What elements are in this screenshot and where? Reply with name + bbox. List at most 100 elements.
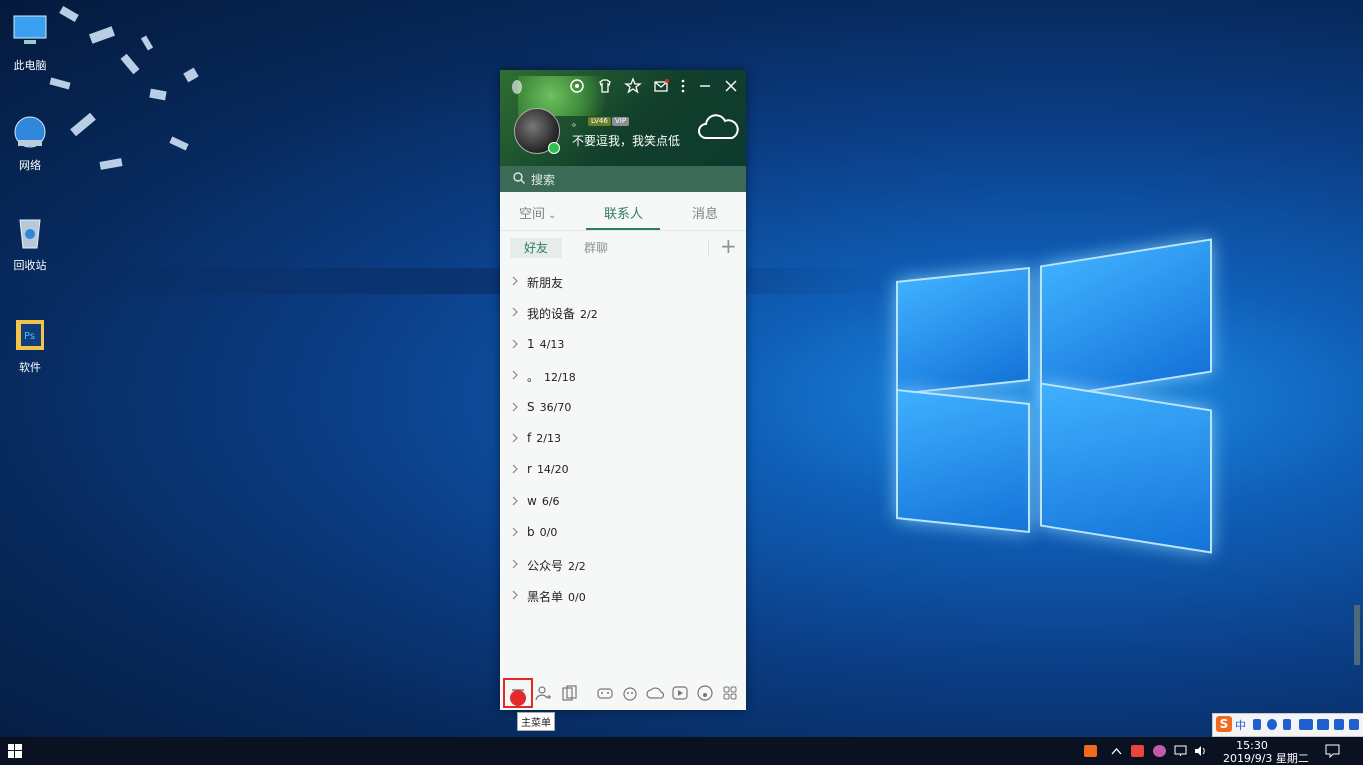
subtab-groups[interactable]: 群聊 — [570, 238, 622, 258]
svg-text:Ps: Ps — [24, 331, 35, 342]
contact-group-row[interactable]: 黑名单 0/0 — [500, 580, 746, 611]
taskbar: 15:30 2019/9/3 星期二 — [0, 737, 1363, 765]
tab-zone[interactable]: 空间 ⌄ — [519, 203, 556, 222]
group-label: S 36/70 — [527, 400, 571, 414]
more-options-icon[interactable] — [674, 77, 692, 95]
skin-shirt-icon[interactable] — [596, 77, 614, 95]
level-badge[interactable]: LV46 — [588, 117, 611, 126]
network-icon — [14, 116, 46, 148]
toolbox-icon[interactable] — [1334, 719, 1344, 730]
app-grid-icon[interactable] — [721, 684, 739, 702]
sub-tabs: 好友 群聊 + — [500, 230, 746, 264]
group-count: 14/20 — [536, 463, 569, 477]
logo-pane — [1040, 238, 1212, 400]
group-label: 。 12/18 — [527, 368, 576, 385]
contact-group-row[interactable]: w 6/6 — [500, 486, 746, 517]
group-count: 36/70 — [539, 400, 572, 414]
desktop-icon-this-pc[interactable]: 此电脑 — [0, 12, 60, 73]
desktop-icon-software-folder[interactable]: Ps 软件 — [0, 314, 60, 375]
contact-group-row[interactable]: S 36/70 — [500, 392, 746, 423]
star-icon[interactable] — [624, 77, 642, 95]
divider — [708, 240, 709, 256]
contact-group-row[interactable]: f 2/13 — [500, 423, 746, 454]
vip-badge[interactable]: VIP — [612, 117, 630, 126]
mail-icon[interactable] — [652, 77, 670, 95]
close-icon[interactable] — [722, 77, 740, 95]
signature-text[interactable]: 不要逗我，我笑点低 — [572, 132, 680, 149]
chevron-up-icon[interactable] — [1110, 745, 1123, 757]
tab-messages[interactable]: 消息 — [692, 203, 718, 222]
computer-icon — [13, 15, 47, 44]
windows-start-icon[interactable] — [8, 744, 22, 758]
add-icon[interactable]: + — [720, 236, 737, 256]
search-placeholder: 搜索 — [531, 173, 556, 187]
contact-group-row[interactable]: 。 12/18 — [500, 360, 746, 391]
add-friend-icon[interactable] — [534, 684, 552, 702]
ime-toolbar[interactable]: S 中 — [1212, 713, 1363, 737]
chevron-right-icon — [512, 496, 518, 506]
contact-group-row[interactable]: 新朋友 — [500, 266, 746, 297]
contact-group-row[interactable]: 我的设备 2/2 — [500, 297, 746, 328]
sogou-logo-icon[interactable]: S — [1216, 716, 1232, 732]
chevron-right-icon — [512, 527, 518, 537]
nickname-dot: 。 — [572, 118, 582, 129]
subtab-friends[interactable]: 好友 — [510, 238, 563, 258]
desktop-icon-recycle-bin[interactable]: 回收站 — [0, 212, 60, 273]
ime-mode[interactable]: 中 — [1235, 717, 1246, 733]
group-label: r 14/20 — [527, 462, 569, 476]
weather-cloud-icon[interactable] — [696, 114, 740, 142]
grid-icon[interactable] — [1349, 719, 1359, 730]
chevron-right-icon — [512, 339, 518, 349]
chevron-right-icon — [512, 402, 518, 411]
file-manager-icon[interactable] — [560, 684, 578, 702]
network-tray-icon[interactable] — [1174, 745, 1187, 757]
chevron-right-icon — [512, 464, 518, 474]
punctuation-icon[interactable] — [1253, 719, 1261, 730]
contact-group-row[interactable]: b 0/0 — [500, 517, 746, 548]
desktop-icon-network[interactable]: 网络 — [0, 112, 60, 173]
skin-icon[interactable] — [1317, 719, 1329, 730]
group-name: 我的设备 — [527, 307, 576, 322]
group-name: S — [527, 399, 535, 414]
search-icon — [513, 172, 525, 184]
system-clock[interactable]: 15:30 2019/9/3 星期二 — [1223, 739, 1309, 765]
bottom-toolbar — [500, 676, 746, 710]
cloud-icon[interactable] — [646, 684, 664, 702]
video-icon[interactable] — [671, 684, 689, 702]
desktop-icon-label: 网络 — [19, 159, 41, 172]
group-name: b — [527, 525, 535, 540]
volume-icon[interactable] — [1194, 745, 1207, 757]
edge-handle — [1354, 605, 1360, 665]
tab-contacts[interactable]: 联系人 — [604, 203, 643, 222]
emoji-icon[interactable] — [1267, 719, 1277, 730]
notification-center-icon[interactable] — [1325, 744, 1340, 758]
chevron-right-icon — [512, 559, 518, 568]
qq-tray-icon[interactable] — [1153, 745, 1166, 757]
desktop-icon-label: 回收站 — [13, 259, 47, 272]
keyboard-icon[interactable] — [1299, 719, 1313, 730]
contact-group-row[interactable]: r 14/20 — [500, 454, 746, 485]
camera-icon[interactable] — [568, 77, 586, 95]
qq-penguin-icon[interactable] — [508, 77, 526, 95]
qq-header: 。 LV46 VIP 不要逗我，我笑点低 — [500, 70, 746, 166]
online-status-icon[interactable] — [548, 142, 560, 154]
group-count: 12/18 — [544, 371, 576, 385]
recycle-bin-icon — [19, 219, 41, 249]
group-label: w 6/6 — [527, 494, 560, 508]
pet-icon[interactable] — [621, 684, 639, 702]
chevron-right-icon — [512, 307, 518, 317]
group-label: 1 4/13 — [527, 337, 564, 351]
microphone-icon[interactable] — [1283, 719, 1291, 730]
sogou-tray-icon[interactable] — [1084, 745, 1097, 757]
group-name: 公众号 — [527, 558, 564, 573]
group-name: r — [527, 462, 532, 477]
game-icon[interactable] — [596, 684, 614, 702]
app-tray-icon[interactable] — [1131, 745, 1144, 757]
contact-group-row[interactable]: 公众号 2/2 — [500, 549, 746, 580]
chevron-down-icon: ⌄ — [548, 210, 557, 221]
search-input[interactable]: 搜索 — [500, 166, 746, 192]
minimize-icon[interactable] — [696, 77, 714, 95]
contact-group-row[interactable]: 1 4/13 — [500, 329, 746, 360]
music-icon[interactable] — [696, 684, 714, 702]
group-count: 6/6 — [541, 494, 560, 508]
